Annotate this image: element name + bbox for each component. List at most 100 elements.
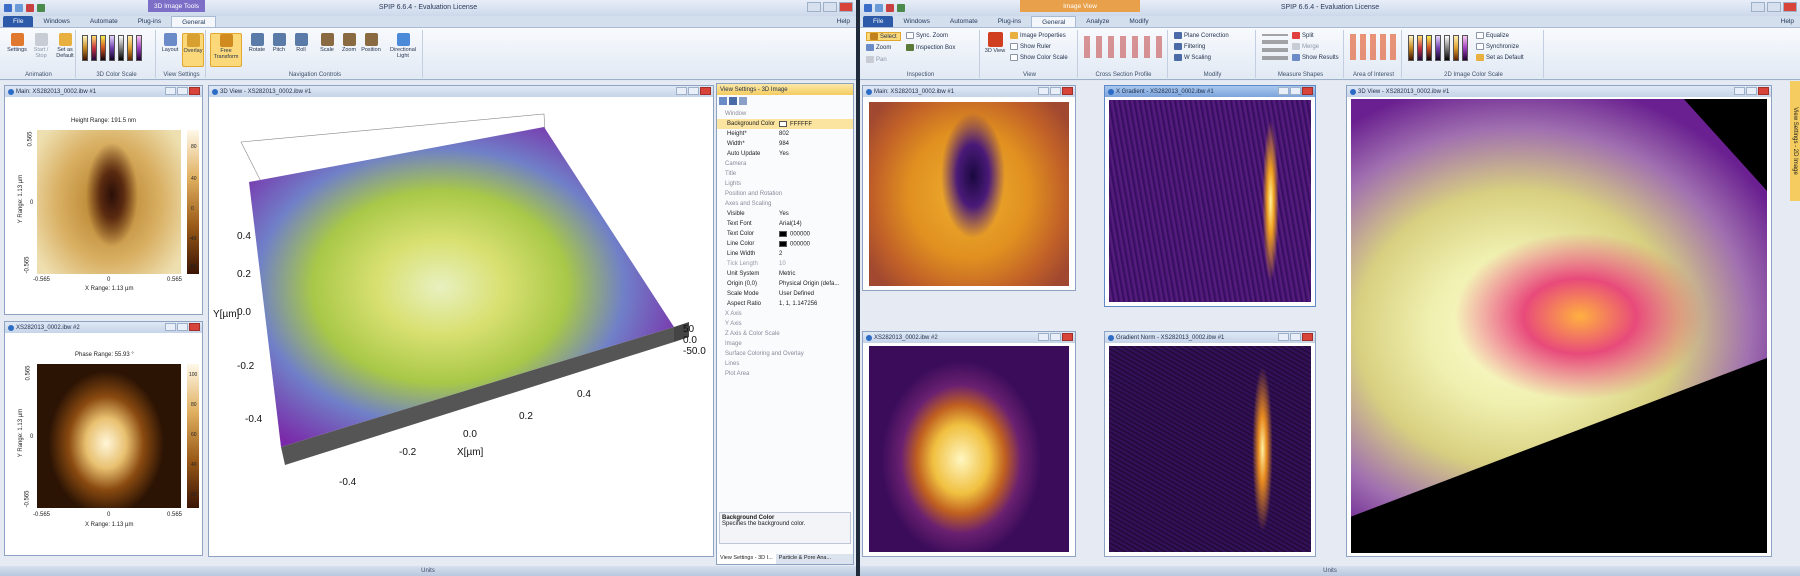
- property-category[interactable]: Lights: [717, 179, 853, 189]
- pitch-button[interactable]: Pitch: [268, 33, 290, 53]
- phase-image[interactable]: [37, 364, 181, 508]
- tab-windows[interactable]: Windows: [893, 16, 939, 27]
- image2-window[interactable]: XS282013_0002.ibw #2: [862, 331, 1076, 557]
- sort-icon[interactable]: [739, 97, 747, 105]
- view3d-window[interactable]: 3D View - XS282013_0002.ibw #1 Y[µm] 0.4…: [208, 85, 714, 557]
- image-properties-button[interactable]: Image Properties: [1010, 32, 1066, 39]
- x-gradient-window[interactable]: X Gradient - XS282013_0002.ibw #1: [1104, 85, 1316, 307]
- property-category[interactable]: Camera: [717, 159, 853, 169]
- tab-plugins[interactable]: Plug-ins: [988, 16, 1031, 27]
- property-category[interactable]: Z Axis & Color Scale: [717, 329, 853, 339]
- window-titlebar[interactable]: X Gradient - XS282013_0002.ibw #1: [1105, 86, 1315, 97]
- maximize-button[interactable]: [1746, 87, 1757, 95]
- property-category[interactable]: Axes and Scaling: [717, 199, 853, 209]
- inspection-box-button[interactable]: Inspection Box: [906, 44, 955, 51]
- color-scale-swatch-3[interactable]: [100, 35, 106, 61]
- property-category[interactable]: Y Axis: [717, 319, 853, 329]
- window-titlebar[interactable]: 3D View - XS282013_0002.ibw #1: [1347, 86, 1771, 97]
- color-swatch-5[interactable]: [1444, 35, 1450, 61]
- property-row[interactable]: Unit System Metric: [717, 269, 853, 279]
- property-value[interactable]: Physical Origin (defa...: [779, 281, 839, 287]
- minimize-button[interactable]: [1278, 333, 1289, 341]
- tab-general[interactable]: General: [1031, 16, 1077, 27]
- property-value[interactable]: 802: [779, 131, 789, 137]
- property-row[interactable]: Text Color 000000: [717, 229, 853, 239]
- tab-particle-pore[interactable]: Particle & Pore Ana...: [776, 554, 834, 564]
- color-swatch-6[interactable]: [1453, 35, 1459, 61]
- equalize-checkbox[interactable]: Equalize: [1476, 32, 1509, 39]
- color-swatch-7[interactable]: [1462, 35, 1468, 61]
- w-scaling-button[interactable]: W Scaling: [1174, 54, 1211, 61]
- measure-shape-tools[interactable]: [1262, 34, 1288, 60]
- set-default-button[interactable]: Set as Default: [54, 33, 76, 59]
- property-grid[interactable]: Window Background Color FFFFFF Height* 802 Wi…: [717, 109, 853, 399]
- tab-general[interactable]: General: [171, 16, 217, 27]
- color-scale-swatch-4[interactable]: [109, 35, 115, 61]
- property-value[interactable]: 000000: [779, 240, 810, 247]
- property-value[interactable]: 1, 1, 1.147256: [779, 301, 817, 307]
- property-value[interactable]: User Defined: [779, 291, 814, 297]
- color-swatch-3[interactable]: [1426, 35, 1432, 61]
- settings-button[interactable]: Settings: [6, 33, 28, 53]
- directional-light-button[interactable]: Directional Light: [388, 33, 418, 59]
- property-row[interactable]: Tick Length 10: [717, 259, 853, 269]
- maximize-button[interactable]: [1290, 333, 1301, 341]
- property-category[interactable]: Lines: [717, 359, 853, 369]
- left-window-controls[interactable]: [807, 2, 853, 12]
- tab-analyze[interactable]: Analyze: [1076, 16, 1119, 27]
- maximize-button[interactable]: [177, 87, 188, 95]
- window-titlebar[interactable]: Gradient Norm - XS282013_0002.ibw #1: [1105, 332, 1315, 343]
- property-category[interactable]: X Axis: [717, 309, 853, 319]
- minimize-button[interactable]: [1038, 333, 1049, 341]
- color-swatch-2[interactable]: [1417, 35, 1423, 61]
- minimize-button[interactable]: [165, 87, 176, 95]
- property-category[interactable]: Surface Coloring and Overlay: [717, 349, 853, 359]
- tab-windows[interactable]: Windows: [33, 16, 79, 27]
- sync-zoom-checkbox[interactable]: Sync. Zoom: [906, 32, 948, 39]
- surface-3d-plot[interactable]: Y[µm] 0.4 0.2 0.0 -0.2 -0.4 -0.4 -0.2 0.…: [209, 97, 713, 556]
- overlay-button[interactable]: Overlay: [182, 33, 204, 67]
- maximize-button[interactable]: [1050, 87, 1061, 95]
- color-scale-swatch-7[interactable]: [136, 35, 142, 61]
- property-value[interactable]: Arial(14): [779, 221, 802, 227]
- property-row[interactable]: Auto Update Yes: [717, 149, 853, 159]
- roll-button[interactable]: Roll: [290, 33, 312, 53]
- minimize-button[interactable]: [1038, 87, 1049, 95]
- right-window-controls[interactable]: [1751, 2, 1797, 12]
- set-as-default-button[interactable]: Set as Default: [1476, 54, 1524, 61]
- tab-file[interactable]: File: [3, 16, 34, 27]
- view-settings-side-tab[interactable]: View Settings - 2D Image: [1790, 81, 1800, 201]
- tab-automate[interactable]: Automate: [940, 16, 988, 27]
- scale-button[interactable]: Scale: [316, 33, 338, 53]
- save-icon[interactable]: [729, 97, 737, 105]
- select-button[interactable]: Select: [866, 32, 901, 41]
- close-button[interactable]: [1062, 333, 1073, 341]
- color-scale-swatch-1[interactable]: [82, 35, 88, 61]
- maximize-button[interactable]: [1050, 333, 1061, 341]
- property-value[interactable]: Metric: [779, 271, 795, 277]
- color-scale-swatch-2[interactable]: [91, 35, 97, 61]
- window-titlebar[interactable]: XS282013_0002.ibw #2: [5, 322, 202, 333]
- left-help-button[interactable]: Help: [837, 18, 850, 25]
- property-row[interactable]: Width* 984: [717, 139, 853, 149]
- window-titlebar[interactable]: Main: XS282013_0002.ibw #1: [863, 86, 1075, 97]
- color-scale-swatch-5[interactable]: [118, 35, 124, 61]
- close-button[interactable]: [1302, 87, 1313, 95]
- image2-purple[interactable]: [869, 346, 1069, 552]
- cross-section-tools[interactable]: [1084, 36, 1164, 58]
- gradient-norm-window[interactable]: Gradient Norm - XS282013_0002.ibw #1: [1104, 331, 1316, 557]
- height-image[interactable]: [37, 130, 181, 274]
- close-button[interactable]: [1302, 333, 1313, 341]
- window-titlebar[interactable]: XS282013_0002.ibw #2: [863, 332, 1075, 343]
- tab-file[interactable]: File: [863, 16, 894, 27]
- property-category[interactable]: Plot Area: [717, 369, 853, 379]
- gradient-norm-image[interactable]: [1109, 346, 1311, 552]
- property-row[interactable]: Line Width 2: [717, 249, 853, 259]
- property-value[interactable]: 10: [779, 261, 786, 267]
- close-button[interactable]: [1062, 87, 1073, 95]
- main-image-window[interactable]: Main: XS282013_0002.ibw #1: [862, 85, 1076, 291]
- rotate-button[interactable]: Rotate: [246, 33, 268, 53]
- color-swatch-4[interactable]: [1435, 35, 1441, 61]
- minimize-button[interactable]: [1278, 87, 1289, 95]
- tab-view-settings[interactable]: View Settings - 3D I...: [717, 554, 776, 564]
